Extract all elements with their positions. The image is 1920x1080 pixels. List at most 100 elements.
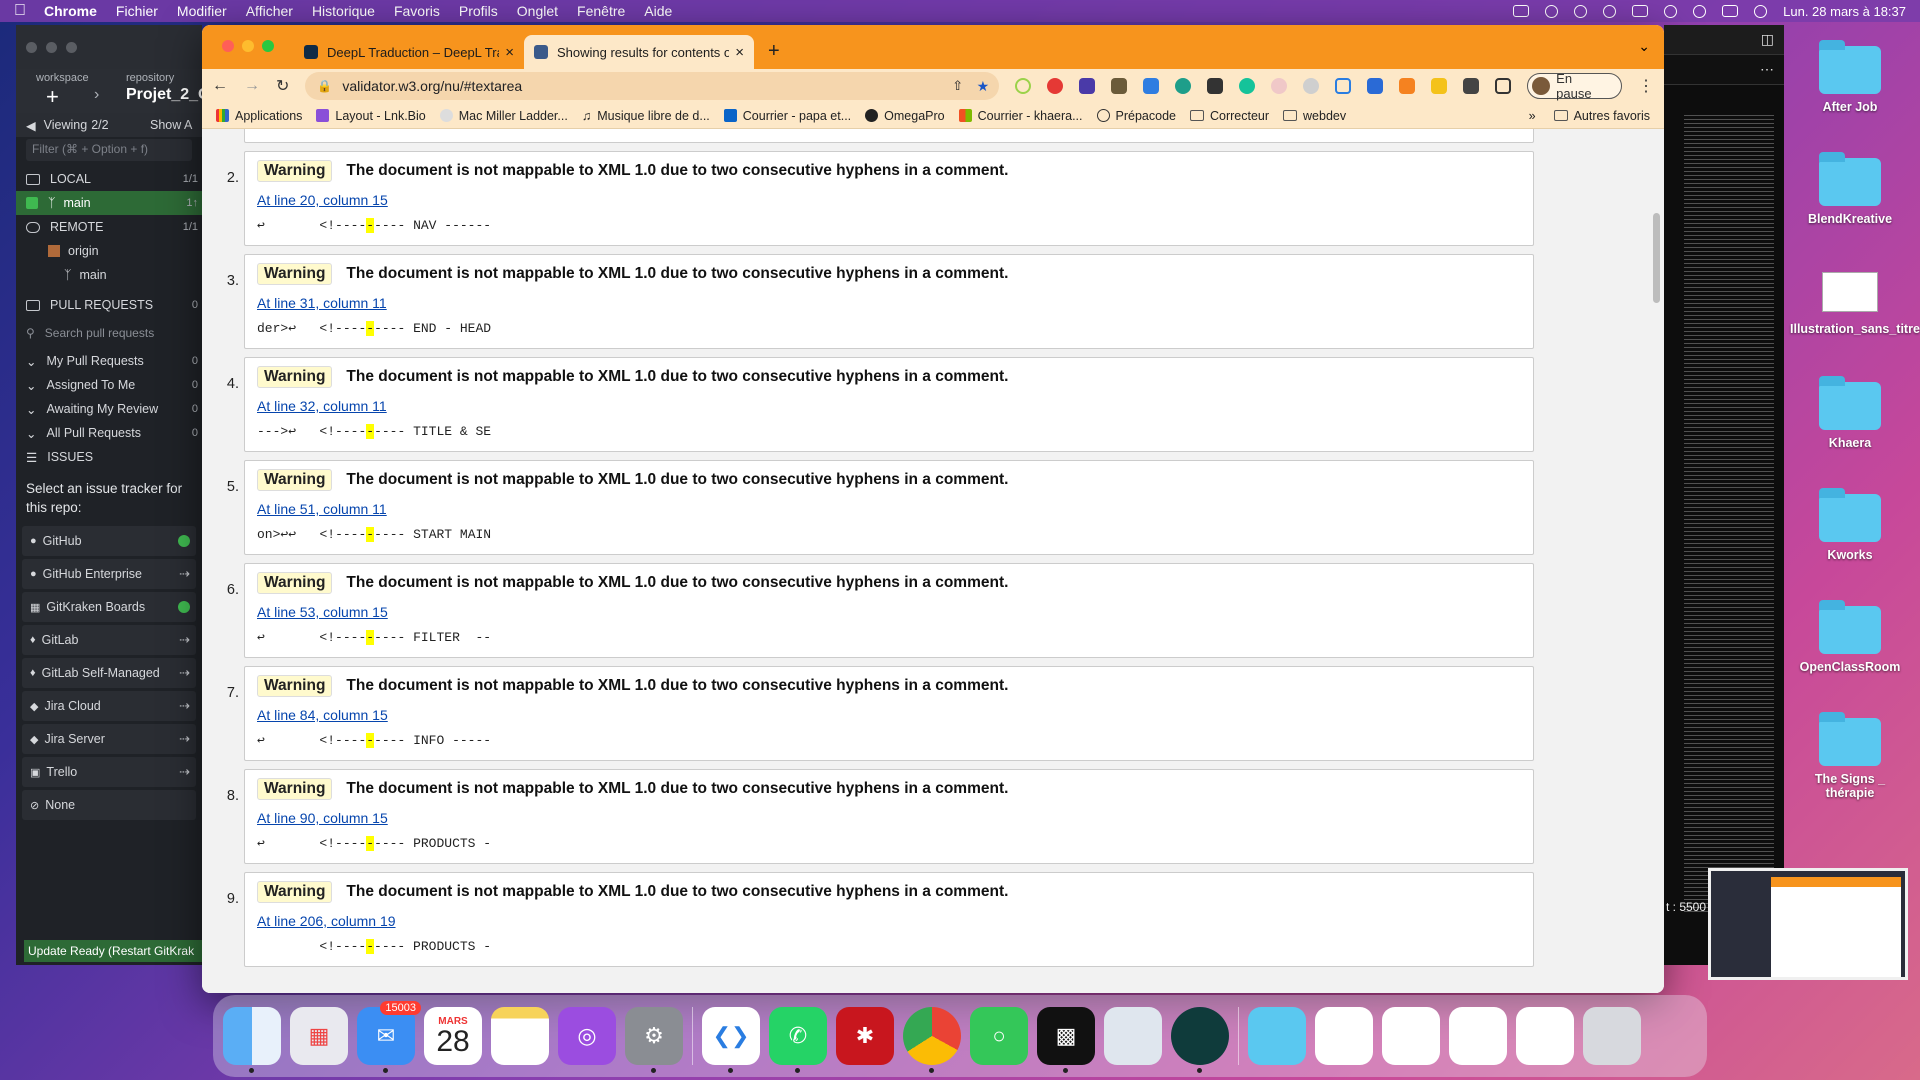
pull-requests-section[interactable]: PULL REQUESTS 0: [16, 293, 202, 317]
more-options-icon[interactable]: ⋯: [1664, 55, 1784, 85]
result-location-link[interactable]: At line 20, column 15: [257, 192, 1521, 208]
metamask-icon[interactable]: [1399, 78, 1416, 94]
acrobat-icon[interactable]: ✱: [836, 1007, 894, 1065]
messages-icon[interactable]: ○: [970, 1007, 1028, 1065]
tracker-gitlab[interactable]: ♦ GitLab ⇢: [22, 625, 196, 655]
desktop-folder[interactable]: Kworks: [1790, 488, 1910, 562]
desktop-folder[interactable]: The Signs _ thérapie: [1790, 712, 1910, 800]
add-workspace-icon[interactable]: +: [46, 84, 59, 110]
share-icon[interactable]: ⇧: [952, 78, 963, 94]
extension-bars-icon[interactable]: [1207, 78, 1224, 94]
bookmark-item[interactable]: ♫ Musique libre de d...: [582, 109, 710, 123]
tracker-trello[interactable]: ▣ Trello ⇢: [22, 757, 196, 787]
profile-button[interactable]: En pause: [1527, 71, 1622, 101]
tracker-jira-server[interactable]: ◆ Jira Server ⇢: [22, 724, 196, 754]
overflow-chevron-icon[interactable]: »: [1529, 109, 1536, 123]
extension-globe-icon[interactable]: [1175, 78, 1192, 94]
bookmark-item[interactable]: Courrier - khaera...: [958, 109, 1083, 123]
bookmark-folder[interactable]: webdev: [1283, 109, 1346, 123]
podcasts-icon[interactable]: ◎: [558, 1007, 616, 1065]
menu-favoris[interactable]: Favoris: [394, 3, 440, 19]
siri-icon[interactable]: [1754, 4, 1768, 18]
launchpad-icon[interactable]: ▦: [290, 1007, 348, 1065]
update-ready-button[interactable]: Update Ready (Restart GitKrak: [24, 940, 202, 962]
adblock-icon[interactable]: [1047, 78, 1064, 94]
grammarly-icon[interactable]: [1239, 78, 1256, 94]
close-tab-icon[interactable]: ×: [505, 44, 514, 61]
extension-grad-icon[interactable]: [1079, 78, 1096, 94]
downloads-folder-icon[interactable]: [1248, 1007, 1306, 1065]
page-scrollbar[interactable]: [1653, 213, 1660, 303]
zoom-window-button[interactable]: [262, 40, 274, 52]
url-text[interactable]: validator.w3.org/nu/#textarea: [342, 78, 522, 94]
close-window-button[interactable]: [222, 40, 234, 52]
wifi-icon[interactable]: [1664, 4, 1678, 18]
forward-icon[interactable]: →: [244, 77, 260, 95]
bookmark-item[interactable]: Layout - Lnk.Bio: [316, 109, 426, 123]
extension-w-icon[interactable]: [1431, 78, 1448, 94]
code-minimap[interactable]: [1684, 115, 1774, 915]
chevron-right-icon[interactable]: ›: [94, 86, 99, 104]
whatsapp-icon[interactable]: ✆: [769, 1007, 827, 1073]
bluetooth-icon[interactable]: [1574, 4, 1588, 18]
link-icon[interactable]: [1335, 78, 1352, 94]
vscode-icon[interactable]: ❮❯: [702, 1007, 760, 1073]
system-preferences-icon[interactable]: ⚙: [625, 1007, 683, 1073]
other-bookmarks[interactable]: » Autres favoris: [1529, 109, 1650, 123]
menu-afficher[interactable]: Afficher: [246, 3, 293, 19]
tab-deepl[interactable]: DeepL Traduction – DeepL Tra ×: [294, 35, 524, 69]
chrome-menu-icon[interactable]: ⋮: [1638, 76, 1654, 96]
close-tab-icon[interactable]: ×: [735, 44, 744, 61]
result-location-link[interactable]: At line 32, column 11: [257, 398, 1521, 414]
menu-modifier[interactable]: Modifier: [177, 3, 227, 19]
show-all-button[interactable]: Show A: [150, 118, 192, 132]
extension-gear-icon[interactable]: [1303, 78, 1320, 94]
remote-branch-main[interactable]: ᛉ main: [16, 263, 202, 287]
desktop-folder[interactable]: OpenClassRoom: [1790, 600, 1910, 674]
menubar-clock[interactable]: Lun. 28 mars à 18:37: [1783, 4, 1906, 19]
spotlight-search-icon[interactable]: [1693, 4, 1707, 18]
extension-react-icon[interactable]: [1271, 78, 1288, 94]
desktop-folder[interactable]: Khaera: [1790, 376, 1910, 450]
pr-group-row[interactable]: ⌄ All Pull Requests 0: [16, 421, 202, 445]
split-view-icon[interactable]: ◫: [1664, 25, 1784, 55]
finder-icon[interactable]: [223, 1007, 281, 1073]
pr-group-row[interactable]: ⌄ Assigned To Me 0: [16, 373, 202, 397]
result-location-link[interactable]: At line 53, column 15: [257, 604, 1521, 620]
new-tab-button[interactable]: +: [768, 40, 780, 63]
recent-document-icon[interactable]: [1315, 1007, 1373, 1065]
result-location-link[interactable]: At line 84, column 15: [257, 707, 1521, 723]
preview-icon[interactable]: [1104, 1007, 1162, 1065]
bookmark-star-icon[interactable]: ★: [977, 78, 990, 95]
tracker-gitlab-self-managed[interactable]: ♦ GitLab Self-Managed ⇢: [22, 658, 196, 688]
bookmark-item[interactable]: Mac Miller Ladder...: [439, 109, 568, 123]
repo-name[interactable]: Projet_2_O: [126, 86, 202, 104]
bookmark-item[interactable]: Courrier - papa et...: [723, 109, 851, 123]
desktop-folder[interactable]: BlendKreative: [1790, 152, 1910, 226]
lock-icon[interactable]: 🔒: [317, 79, 332, 93]
screenshot-thumbnail[interactable]: [1708, 868, 1908, 980]
menu-app-chrome[interactable]: Chrome: [44, 3, 97, 19]
chrome-icon[interactable]: [903, 1007, 961, 1073]
menu-onglet[interactable]: Onglet: [517, 3, 558, 19]
pr-group-row[interactable]: ⌄ Awaiting My Review 0: [16, 397, 202, 421]
equalizer-icon[interactable]: [1513, 5, 1530, 17]
address-bar[interactable]: 🔒 validator.w3.org/nu/#textarea ⇧ ★: [305, 72, 1000, 100]
search-pr-input[interactable]: Search pull requests: [45, 326, 154, 340]
apple-menu-icon[interactable]: : [14, 2, 26, 20]
recent-document-icon[interactable]: [1516, 1007, 1574, 1065]
tab-search-chevron-icon[interactable]: ⌄: [1638, 38, 1650, 55]
bookmark-item[interactable]: OmegaPro: [865, 109, 945, 123]
tracker-none[interactable]: ⊘ None: [22, 790, 196, 820]
back-icon[interactable]: ←: [212, 77, 228, 95]
trash-icon[interactable]: [1583, 1007, 1641, 1065]
creative-cloud-icon[interactable]: [1545, 4, 1559, 18]
pr-group-row[interactable]: ⌄ My Pull Requests 0: [16, 349, 202, 373]
extension-pen-icon[interactable]: [1111, 78, 1128, 94]
remote-origin[interactable]: origin: [16, 239, 202, 263]
tracker-gitkraken-boards[interactable]: ▦ GitKraken Boards: [22, 592, 196, 622]
minimize-window-button[interactable]: [242, 40, 254, 52]
remote-section[interactable]: REMOTE 1/1: [16, 215, 202, 239]
window-minimize-button[interactable]: [46, 41, 57, 53]
bookmark-folder[interactable]: Correcteur: [1189, 109, 1269, 123]
